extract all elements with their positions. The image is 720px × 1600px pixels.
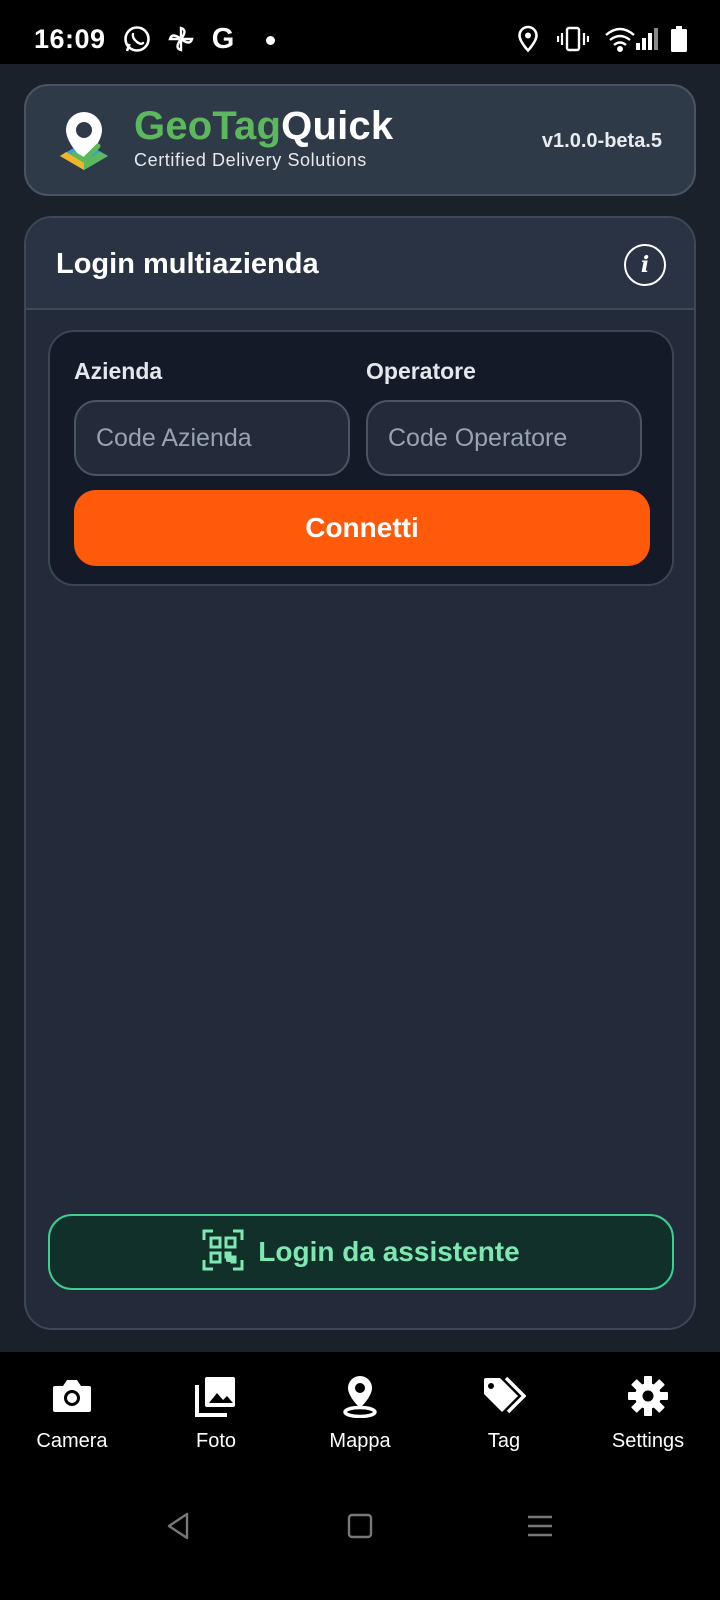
nav-tag-label: Tag <box>487 1430 521 1452</box>
company-label: Azienda <box>74 358 163 384</box>
operator-label: Operatore <box>366 358 476 384</box>
notification-dot-icon <box>266 36 275 45</box>
battery-icon <box>668 24 690 54</box>
location-icon <box>514 24 542 54</box>
bottom-nav: Camera Foto Mappa Tag Settings <box>0 1352 720 1466</box>
brand: GeoTagQuick Certified Delivery Solutions <box>134 104 393 171</box>
vibrate-icon <box>556 24 590 54</box>
login-card-header: Login multiazienda i <box>26 218 694 310</box>
assistant-login-label: Login da assistente <box>258 1236 520 1267</box>
pinwheel-icon <box>164 24 198 54</box>
home-icon[interactable] <box>340 1506 380 1546</box>
recents-icon[interactable] <box>520 1506 560 1546</box>
status-bar: 16:09 G <box>0 0 720 64</box>
status-time: 16:09 <box>34 24 106 54</box>
tag-icon <box>482 1374 526 1418</box>
whatsapp-icon <box>120 24 154 54</box>
nav-camera[interactable]: Camera <box>12 1374 132 1453</box>
info-button[interactable]: i <box>624 244 666 286</box>
nav-foto-label: Foto <box>195 1430 237 1452</box>
google-icon: G <box>211 22 235 55</box>
back-icon[interactable] <box>158 1506 198 1546</box>
nav-foto[interactable]: Foto <box>156 1374 276 1453</box>
nav-mappa[interactable]: Mappa <box>300 1374 420 1453</box>
nav-tag[interactable]: Tag <box>444 1374 564 1453</box>
login-form: Azienda Operatore Connetti <box>48 330 674 586</box>
brand-quick: Quick <box>281 104 394 148</box>
login-card: Login multiazienda i Azienda Operatore C… <box>24 216 696 1330</box>
operator-code-input[interactable] <box>366 400 642 476</box>
system-nav-bar <box>0 1466 720 1600</box>
version-label: v1.0.0-beta.5 <box>541 130 662 152</box>
connect-button[interactable]: Connetti <box>74 490 650 566</box>
wifi-icon <box>602 24 638 54</box>
photo-library-icon <box>194 1374 238 1418</box>
signal-icon <box>634 24 660 54</box>
qr-code-icon <box>202 1229 244 1276</box>
brand-subtitle: Certified Delivery Solutions <box>134 150 367 170</box>
assistant-login-button[interactable]: Login da assistente <box>48 1214 674 1290</box>
nav-mappa-label: Mappa <box>329 1430 391 1452</box>
map-pin-icon <box>338 1374 382 1418</box>
login-title: Login multiazienda <box>56 248 319 280</box>
brand-geotag: GeoTag <box>134 104 282 148</box>
camera-icon <box>50 1374 94 1418</box>
company-code-input[interactable] <box>74 400 350 476</box>
nav-camera-label: Camera <box>36 1430 108 1452</box>
gear-icon <box>626 1374 670 1418</box>
geotag-logo-icon <box>56 108 112 174</box>
info-icon: i <box>640 252 650 278</box>
app-header: GeoTagQuick Certified Delivery Solutions… <box>24 84 696 196</box>
nav-settings-label: Settings <box>611 1430 685 1452</box>
brand-title: GeoTagQuick <box>134 104 393 148</box>
nav-settings[interactable]: Settings <box>588 1374 708 1453</box>
